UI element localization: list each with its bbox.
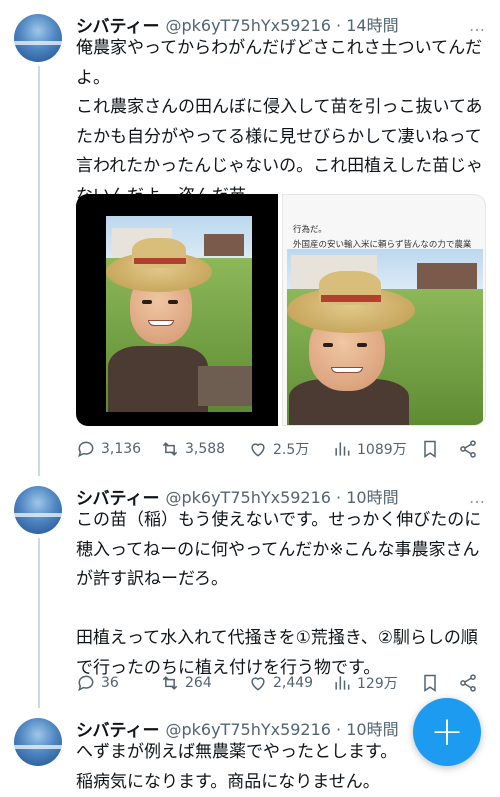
handle-time[interactable]: @pk6yT75hYx59216 · 14時間	[165, 12, 398, 36]
reply-button[interactable]: 36	[76, 673, 160, 693]
tweet-actions: 3,136 3,588 2.5万 1089万	[76, 437, 486, 461]
tweet-body: 俺農家やってからわがんだげどさこれさ土ついてんだよ。 これ農家さんの田んぼに侵入…	[76, 38, 484, 206]
bookmark-button[interactable]	[420, 439, 458, 459]
repost-button[interactable]: 264	[160, 673, 248, 693]
photo-selfie	[287, 249, 483, 425]
more-options-icon[interactable]: …	[469, 16, 486, 35]
heart-icon	[251, 677, 265, 691]
tweet-media[interactable]: 行為だ。 外国産の安い輸入米に頼らず皆んなの力で農業を取り上げよう。	[76, 194, 486, 426]
photo-selfie	[106, 216, 252, 412]
repost-icon	[162, 442, 178, 456]
handle-time[interactable]: @pk6yT75hYx59216 · 10時間	[165, 484, 398, 508]
like-count: 2,449	[273, 675, 314, 691]
view-count: 129万	[357, 676, 398, 692]
avatar[interactable]	[14, 14, 62, 62]
share-icon	[460, 674, 476, 692]
views-icon	[335, 676, 350, 690]
tweet-header: シバティー @pk6yT75hYx59216 · 10時間	[76, 716, 399, 741]
like-button[interactable]: 2.5万	[248, 439, 332, 459]
tweet-body: この苗（稲）もう使えないです。せっかく伸びたのに穂入ってねーのに何やってんだか※…	[76, 510, 482, 678]
heart-icon	[251, 443, 265, 457]
views-button[interactable]: 129万	[332, 673, 420, 693]
compose-button[interactable]: +	[413, 698, 481, 766]
like-button[interactable]: 2,449	[248, 673, 332, 693]
repost-count: 3,588	[185, 441, 226, 457]
more-options-icon[interactable]: …	[469, 488, 486, 507]
tweet[interactable]: シバティー @pk6yT75hYx59216 · 14時間 … 俺農家やってから…	[0, 12, 500, 478]
display-name[interactable]: シバティー	[76, 12, 159, 37]
bookmark-icon	[424, 674, 436, 692]
tweet-text: この苗（稲）もう使えないです。せっかく伸びたのに穂入ってねーのに何やってんだか※…	[76, 506, 484, 683]
display-name[interactable]: シバティー	[76, 484, 159, 509]
bookmark-icon	[424, 440, 436, 458]
repost-icon	[162, 676, 178, 690]
handle-time[interactable]: @pk6yT75hYx59216 · 10時間	[165, 716, 398, 740]
tweet-header: シバティー @pk6yT75hYx59216 · 10時間	[76, 484, 399, 509]
tweet-actions: 36 264 2,449 129万	[76, 671, 486, 695]
share-button[interactable]	[458, 673, 482, 693]
views-icon	[335, 442, 350, 456]
media-image-right[interactable]: 行為だ。 外国産の安い輸入米に頼らず皆んなの力で農業を取り上げよう。	[282, 194, 486, 426]
tweet[interactable]: シバティー @pk6yT75hYx59216 · 10時間 … この苗（稲）もう…	[0, 484, 500, 700]
share-button[interactable]	[458, 439, 482, 459]
view-count: 1089万	[357, 442, 407, 458]
display-name[interactable]: シバティー	[76, 716, 159, 741]
plus-icon: +	[430, 709, 464, 755]
repost-button[interactable]: 3,588	[160, 439, 248, 459]
reply-icon	[78, 675, 94, 692]
views-button[interactable]: 1089万	[332, 439, 420, 459]
media-image-left[interactable]	[76, 194, 278, 426]
repost-count: 264	[185, 675, 212, 691]
reply-button[interactable]: 3,136	[76, 439, 160, 459]
reply-count: 3,136	[101, 441, 142, 457]
tweet-text: 俺農家やってからわがんだげどさこれさ土ついてんだよ。 これ農家さんの田んぼに侵入…	[76, 34, 484, 211]
avatar[interactable]	[14, 718, 62, 766]
bookmark-button[interactable]	[420, 673, 458, 693]
reply-icon	[78, 441, 94, 458]
avatar[interactable]	[14, 486, 62, 534]
share-icon	[460, 440, 476, 458]
tweet-header: シバティー @pk6yT75hYx59216 · 14時間	[76, 12, 399, 37]
like-count: 2.5万	[273, 442, 310, 458]
reply-count: 36	[101, 675, 119, 691]
